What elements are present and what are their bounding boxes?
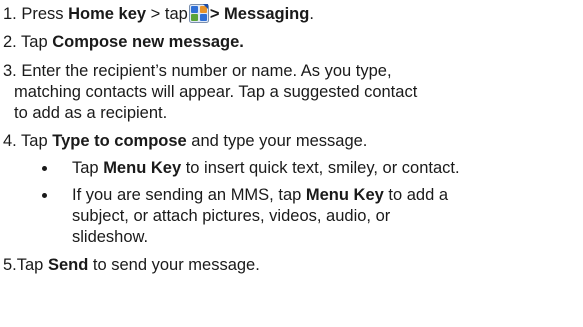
bullet-1: Tap Menu Key to insert quick text, smile… xyxy=(72,158,460,179)
bullet-2-line-3: slideshow. xyxy=(72,228,149,246)
step-4-prefix: 4. Tap xyxy=(3,132,53,150)
home-key-label: Home key xyxy=(68,5,147,23)
send-label: Send xyxy=(47,256,89,274)
compose-new-message-label: Compose new message. xyxy=(52,33,244,51)
step-1-suffix: . xyxy=(309,5,314,23)
bullet-dot xyxy=(42,166,47,171)
step-3-line-3: to add as a recipient. xyxy=(14,104,168,122)
step-5: 5.Tap Send to send your message. xyxy=(3,255,260,276)
step-2: 2. Tap Compose new message. xyxy=(3,32,244,53)
step-4-suffix: and type your message. xyxy=(186,132,368,150)
step-5-suffix: to send your message. xyxy=(88,256,260,274)
bullet-1-prefix: Tap xyxy=(72,159,104,177)
step-1-mid: > tap xyxy=(146,5,188,23)
messaging-label: > Messaging xyxy=(209,5,310,23)
bullet-dot xyxy=(42,193,47,198)
step-3-line-2: matching contacts will appear. Tap a sug… xyxy=(14,83,418,101)
step-2-prefix: 2. Tap xyxy=(3,33,53,51)
step-5-prefix: 5.Tap xyxy=(3,256,48,274)
bullet-1-suffix: to insert quick text, smiley, or contact… xyxy=(181,159,460,177)
bullet-2-line-1: If you are sending an MMS, tap Menu Key … xyxy=(72,185,448,206)
menu-key-label: Menu Key xyxy=(305,186,384,204)
menu-key-label: Menu Key xyxy=(103,159,182,177)
bullet-2-prefix: If you are sending an MMS, tap xyxy=(72,186,306,204)
step-3-line-1: 3. Enter the recipient’s number or name.… xyxy=(3,62,392,80)
step-4: 4. Tap Type to compose and type your mes… xyxy=(3,131,367,152)
step-1: 1. Press Home key > tap > Messaging. xyxy=(3,4,314,25)
bullet-2-suffix: to add a xyxy=(383,186,449,204)
bullet-2-line-2: subject, or attach pictures, videos, aud… xyxy=(72,207,391,225)
applications-grid-icon xyxy=(188,4,209,23)
type-to-compose-label: Type to compose xyxy=(52,132,187,150)
step-1-prefix: 1. Press xyxy=(3,5,69,23)
